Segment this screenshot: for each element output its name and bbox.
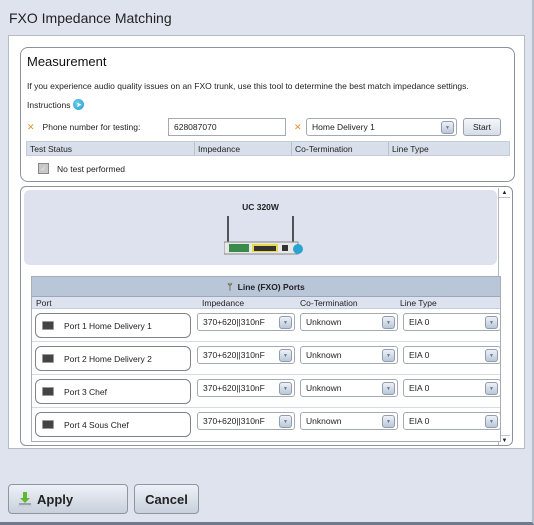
impedance-select[interactable]: 370+620||310nF ▼ xyxy=(197,412,295,430)
port-name: Port 3 Chef xyxy=(64,386,107,397)
column-header: Port xyxy=(36,298,52,308)
cotermination-select[interactable]: Unknown ▼ xyxy=(300,412,398,430)
measurement-table-header: Test Status Impedance Co-Termination Lin… xyxy=(26,141,510,156)
impedance-select[interactable]: 370+620||310nF ▼ xyxy=(197,313,295,331)
start-button[interactable]: Start xyxy=(463,118,501,136)
info-icon[interactable]: ➤ xyxy=(73,99,85,110)
impedance-select[interactable]: 370+620||310nF ▼ xyxy=(197,346,295,364)
line-type-select[interactable]: EIA 0 ▼ xyxy=(403,346,501,364)
column-header: Line Type xyxy=(400,298,437,308)
download-arrow-icon xyxy=(18,492,32,507)
chevron-down-icon[interactable]: ▼ xyxy=(279,349,292,362)
phone-number-input[interactable]: 628087070 xyxy=(168,118,286,136)
required-icon: ✕ xyxy=(27,122,35,132)
apply-button[interactable]: Apply xyxy=(8,484,128,514)
impedance-value: 370+620||310nF xyxy=(203,416,265,426)
line-type-select[interactable]: EIA 0 ▼ xyxy=(403,412,501,430)
cotermination-value: Unknown xyxy=(306,317,342,327)
chevron-down-icon[interactable]: ▼ xyxy=(441,121,454,134)
chevron-down-icon[interactable]: ▼ xyxy=(382,415,395,428)
line-ports-header: ᛘ Line (FXO) Ports xyxy=(32,277,500,297)
impedance-value: 370+620||310nF xyxy=(203,317,265,327)
device-name: UC 320W xyxy=(242,202,279,212)
line-ports-title: Line (FXO) Ports xyxy=(237,281,305,292)
cancel-button[interactable]: Cancel xyxy=(134,484,199,514)
dialog-title: FXO Impedance Matching xyxy=(9,10,172,26)
impedance-value: 370+620||310nF xyxy=(203,383,265,393)
instructions-link[interactable]: Instructions ➤ xyxy=(27,99,85,110)
column-header: Impedance xyxy=(195,142,292,155)
port-button[interactable]: Port 1 Home Delivery 1 xyxy=(35,313,191,338)
antenna-icon: ᛘ xyxy=(227,281,233,292)
fxo-impedance-dialog: FXO Impedance Matching Measurement If yo… xyxy=(0,0,534,525)
line-ports-table: ᛘ Line (FXO) Ports Port Impedance Co-Ter… xyxy=(31,276,501,442)
measurement-description: If you experience audio quality issues o… xyxy=(27,81,469,91)
line-type-select[interactable]: EIA 0 ▼ xyxy=(403,379,501,397)
phone-label: Phone number for testing: xyxy=(42,122,141,132)
cotermination-value: Unknown xyxy=(306,416,342,426)
router-image-icon xyxy=(224,216,303,255)
line-type-value: EIA 0 xyxy=(409,317,430,327)
chevron-down-icon[interactable]: ▼ xyxy=(279,316,292,329)
status-text: No test performed xyxy=(57,163,126,174)
cotermination-value: Unknown xyxy=(306,350,342,360)
cotermination-select[interactable]: Unknown ▼ xyxy=(300,313,398,331)
line-ports-columns: Port Impedance Co-Termination Line Type xyxy=(32,297,500,309)
scroll-up-icon[interactable]: ▲ xyxy=(499,188,510,198)
port-icon xyxy=(42,420,54,429)
chevron-down-icon[interactable]: ▼ xyxy=(382,382,395,395)
chevron-down-icon[interactable]: ▼ xyxy=(485,382,498,395)
port-icon xyxy=(42,387,54,396)
instructions-label: Instructions xyxy=(27,99,71,110)
table-row: Port 1 Home Delivery 1 370+620||310nF ▼ U… xyxy=(32,309,501,342)
chevron-down-icon[interactable]: ▼ xyxy=(279,415,292,428)
port-button[interactable]: Port 3 Chef xyxy=(35,379,191,404)
cotermination-value: Unknown xyxy=(306,383,342,393)
chevron-down-icon[interactable]: ▼ xyxy=(279,382,292,395)
required-icon: ✕ xyxy=(294,122,302,132)
line-type-value: EIA 0 xyxy=(409,416,430,426)
port-name: Port 1 Home Delivery 1 xyxy=(64,320,152,331)
column-header: Test Status xyxy=(27,142,195,155)
chevron-down-icon[interactable]: ▼ xyxy=(485,415,498,428)
chevron-down-icon[interactable]: ▼ xyxy=(382,316,395,329)
content-area: Measurement If you experience audio qual… xyxy=(8,35,525,449)
impedance-select[interactable]: 370+620||310nF ▼ xyxy=(197,379,295,397)
port-name: Port 4 Sous Chef xyxy=(64,419,129,430)
device-box: UC 320W xyxy=(24,190,497,265)
measurement-panel: Measurement If you experience audio qual… xyxy=(20,47,515,182)
test-status-row: ✓ No test performed xyxy=(38,163,125,174)
chevron-down-icon[interactable]: ▼ xyxy=(382,349,395,362)
column-header: Line Type xyxy=(392,144,429,154)
ports-panel: UC 320W ▲ ▼ ᛘ Line (FXO) Ports Port Impe… xyxy=(20,186,513,446)
status-checkbox-icon: ✓ xyxy=(38,163,49,174)
column-header: Impedance xyxy=(202,298,245,308)
port-button[interactable]: Port 4 Sous Chef xyxy=(35,412,191,437)
line-type-value: EIA 0 xyxy=(409,350,430,360)
line-type-value: EIA 0 xyxy=(409,383,430,393)
apply-label: Apply xyxy=(37,491,74,507)
port-name: Port 2 Home Delivery 2 xyxy=(64,353,152,364)
chevron-down-icon[interactable]: ▼ xyxy=(485,316,498,329)
table-row: Port 4 Sous Chef 370+620||310nF ▼ Unknown… xyxy=(32,408,501,441)
table-row: Port 3 Chef 370+620||310nF ▼ Unknown ▼ EIA… xyxy=(32,375,501,408)
column-header: Co-Termination xyxy=(292,142,389,155)
port-icon xyxy=(42,321,54,330)
port-button[interactable]: Port 2 Home Delivery 2 xyxy=(35,346,191,371)
column-header: Co-Termination xyxy=(300,298,358,308)
line-select-value: Home Delivery 1 xyxy=(312,122,375,132)
table-row: Port 2 Home Delivery 2 370+620||310nF ▼ U… xyxy=(32,342,501,375)
measurement-heading: Measurement xyxy=(27,54,107,69)
cotermination-select[interactable]: Unknown ▼ xyxy=(300,346,398,364)
port-icon xyxy=(42,354,54,363)
line-type-select[interactable]: EIA 0 ▼ xyxy=(403,313,501,331)
phone-label-row: ✕ Phone number for testing: xyxy=(27,122,140,133)
impedance-value: 370+620||310nF xyxy=(203,350,265,360)
line-select[interactable]: Home Delivery 1 ▼ xyxy=(306,118,457,136)
chevron-down-icon[interactable]: ▼ xyxy=(485,349,498,362)
cotermination-select[interactable]: Unknown ▼ xyxy=(300,379,398,397)
